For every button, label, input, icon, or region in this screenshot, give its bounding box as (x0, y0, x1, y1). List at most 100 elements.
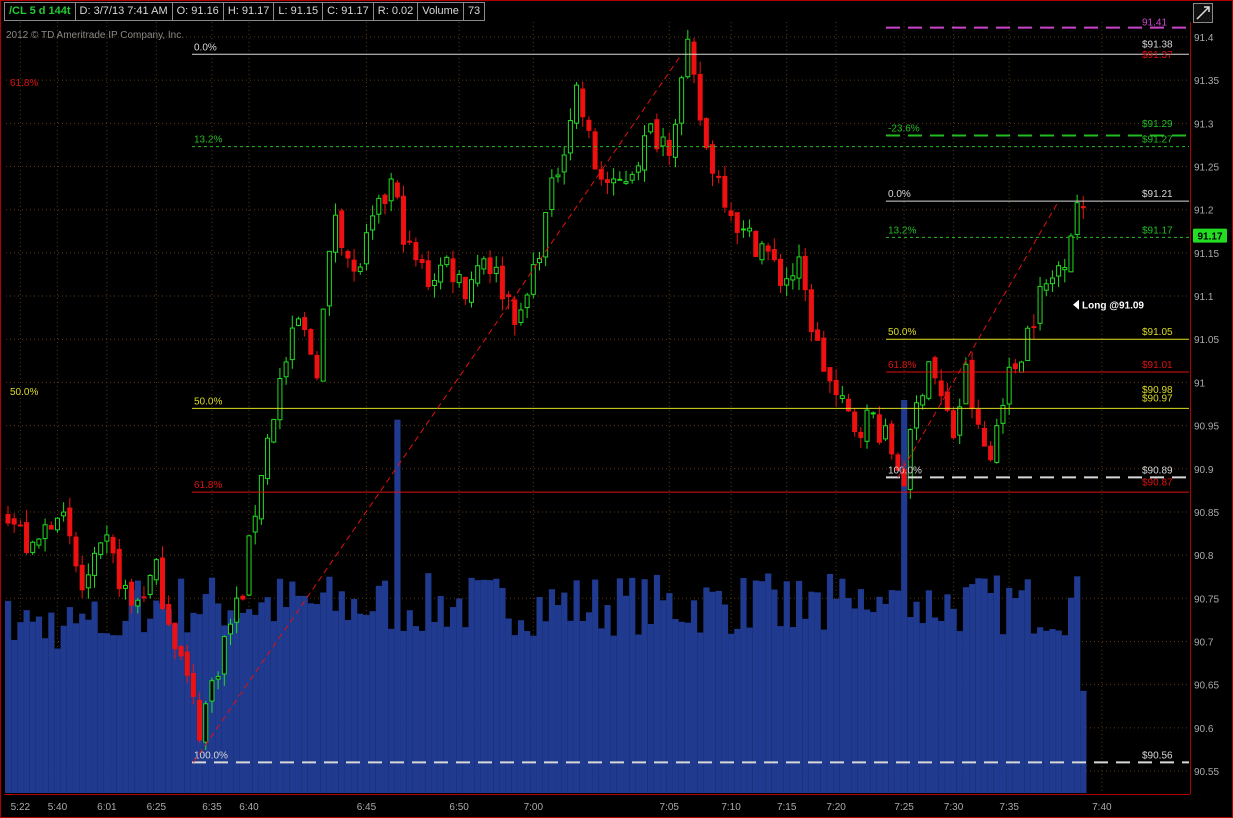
candle-up (104, 534, 110, 542)
candle-up (438, 264, 444, 283)
candle-down (17, 524, 23, 527)
volume-bar (295, 595, 302, 793)
candle-up (870, 412, 876, 415)
volume-bar (876, 596, 883, 793)
volume-bar (97, 633, 104, 793)
volume-bar (363, 615, 370, 793)
volume-bar (524, 631, 531, 793)
fib-price-label: $91.21 (1142, 189, 1173, 200)
fib-level-label: 13.2% (194, 135, 222, 146)
candle-up (246, 535, 252, 596)
candle-up (481, 258, 487, 270)
volume-bar (425, 573, 432, 793)
volume-bar (1030, 633, 1038, 793)
volume-bar (314, 604, 321, 793)
candle-down (845, 398, 851, 412)
candle-up (790, 275, 796, 281)
candle-down (79, 564, 85, 591)
price-chart[interactable]: 0.0% 13.2% 50.0% 61.8% 100.0% -23.6% 0.0% 13.2%… (0, 0, 1233, 818)
y-tick-label: 91.3 (1194, 119, 1214, 130)
candle-down (129, 581, 135, 606)
candle-down (462, 276, 468, 300)
x-tick-label: 7:00 (524, 802, 544, 813)
candle-down (407, 240, 413, 243)
volume-bar (975, 578, 982, 793)
volume-bar (1024, 579, 1031, 793)
candle-up (61, 511, 67, 517)
volume-bar (338, 591, 345, 793)
y-tick-label: 91.4 (1194, 33, 1214, 44)
volume-bar (239, 612, 247, 793)
x-tick-label: 6:35 (202, 802, 222, 813)
candle-up (561, 154, 567, 173)
y-tick-label: 90.85 (1194, 508, 1219, 519)
y-tick-label: 90.9 (1194, 465, 1214, 476)
candle-up (549, 177, 555, 211)
candle-up (333, 214, 339, 253)
y-tick-label: 91.35 (1194, 76, 1219, 87)
volume-bar (734, 628, 741, 793)
candle-up (1025, 327, 1031, 362)
candle-down (345, 251, 351, 259)
candle-up (926, 361, 932, 399)
candle-down (938, 380, 944, 397)
candle-down (1080, 206, 1086, 209)
volume-bar (66, 607, 73, 793)
volume-bar (783, 581, 790, 793)
volume-bar (573, 580, 580, 793)
candle-up (215, 676, 221, 680)
candle-up (1068, 235, 1074, 273)
volume-bar (400, 630, 407, 793)
candle-down (802, 255, 808, 291)
volume-bar (592, 579, 599, 793)
fib-price-label: $91.37 (1142, 50, 1173, 61)
volume-bar (647, 623, 654, 793)
candle-up (42, 524, 48, 540)
x-tick-label: 7:35 (999, 802, 1019, 813)
volume-bar (604, 605, 611, 793)
candle-down (703, 118, 709, 149)
candle-down (765, 245, 771, 252)
candle-down (382, 194, 388, 205)
volume-bar (48, 612, 55, 793)
volume-bar (72, 623, 80, 793)
x-tick-label: 6:25 (147, 802, 167, 813)
volume-bar (932, 617, 939, 793)
candle-up (85, 574, 91, 589)
volume-bar (5, 600, 12, 793)
candle-down (160, 557, 165, 609)
volume-bar (505, 618, 512, 793)
volume-bar (270, 621, 277, 793)
candle-up (203, 703, 209, 743)
long-entry-arrow (1073, 299, 1079, 310)
candle-down (710, 144, 716, 174)
y-tick-label: 91.25 (1194, 163, 1219, 174)
volume-bar (381, 580, 389, 793)
volume-bar (449, 607, 457, 793)
volume-bar (178, 578, 185, 793)
volume-bar (888, 590, 895, 793)
x-tick-label: 5:40 (48, 802, 68, 813)
candle-down (969, 359, 975, 410)
fib-price-label: $91.17 (1142, 225, 1173, 236)
candle-up (135, 599, 141, 607)
candle-up (623, 181, 629, 184)
volume-bar (437, 596, 444, 793)
candle-up (957, 406, 963, 436)
candle-up (685, 38, 691, 78)
volume-bar (678, 621, 685, 793)
price-axis-divider (1190, 22, 1191, 794)
candle-down (722, 175, 728, 208)
candle-down (753, 230, 759, 257)
volume-bar (357, 613, 364, 793)
candle-up (784, 278, 790, 286)
candle-down (240, 595, 246, 600)
candle-up (475, 265, 481, 284)
volume-bar (487, 580, 494, 793)
candle-down (24, 522, 30, 553)
candle-down (499, 265, 505, 300)
candle-down (425, 260, 431, 288)
fib-price-label: $91.01 (1142, 360, 1173, 371)
volume-bar (1043, 630, 1050, 793)
volume-bar (511, 635, 518, 793)
